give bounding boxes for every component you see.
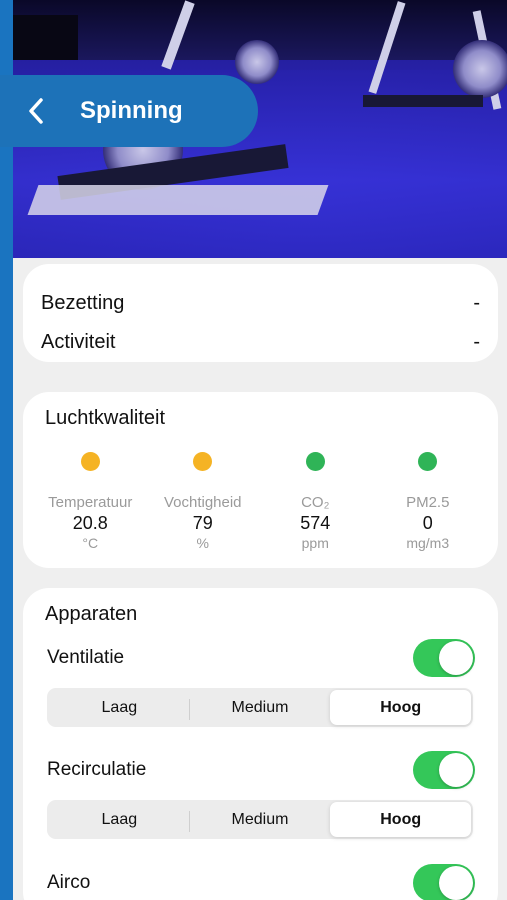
metric-humidity: Vochtigheid 79 % — [147, 452, 260, 553]
status-dot — [80, 452, 100, 471]
ventilation-option-low[interactable]: Laag — [49, 690, 190, 725]
airco-toggle[interactable] — [413, 864, 475, 900]
ventilation-option-medium[interactable]: Medium — [190, 690, 331, 725]
ventilation-option-high[interactable]: Hoog — [330, 690, 472, 725]
recirculation-option-low[interactable]: Laag — [49, 802, 190, 837]
device-row-recirculation: Recirculatie — [47, 751, 475, 789]
device-row-airco: Airco — [47, 864, 475, 900]
occupancy-row: Bezetting - — [41, 284, 480, 323]
devices-card: Apparaten Ventilatie Laag Medium Hoog Re… — [23, 588, 498, 900]
status-dot — [305, 452, 325, 471]
device-name: Ventilatie — [47, 647, 125, 668]
devices-title: Apparaten — [45, 603, 138, 625]
activity-value: - — [473, 331, 480, 353]
recirculation-toggle[interactable] — [413, 751, 475, 789]
status-dot — [418, 452, 438, 471]
device-name: Recirculatie — [47, 759, 147, 780]
ventilation-level-selector: Laag Medium Hoog — [47, 688, 473, 727]
status-dot — [193, 452, 213, 471]
page-title: Spinning — [80, 97, 183, 124]
occupancy-label: Bezetting — [41, 292, 125, 314]
header-pill: Spinning — [0, 75, 258, 147]
air-quality-title: Luchtkwaliteit — [45, 407, 166, 429]
device-row-ventilation: Ventilatie — [47, 639, 475, 677]
recirculation-level-selector: Laag Medium Hoog — [47, 800, 473, 839]
chevron-left-icon[interactable] — [16, 97, 56, 125]
air-quality-metrics: Temperatuur 20.8 °C Vochtigheid 79 % CO₂… — [34, 452, 484, 553]
metric-temperature: Temperatuur 20.8 °C — [34, 452, 147, 553]
air-quality-card: Luchtkwaliteit Temperatuur 20.8 °C Vocht… — [23, 392, 498, 568]
metric-co2: CO₂ 574 ppm — [259, 452, 372, 553]
recirculation-option-high[interactable]: Hoog — [330, 802, 472, 837]
occupancy-card: Bezetting - Activiteit - — [23, 264, 498, 362]
activity-label: Activiteit — [41, 331, 116, 353]
recirculation-option-medium[interactable]: Medium — [190, 802, 331, 837]
ventilation-toggle[interactable] — [413, 639, 475, 677]
activity-row: Activiteit - — [41, 323, 480, 362]
metric-pm25: PM2.5 0 mg/m3 — [372, 452, 485, 553]
occupancy-value: - — [473, 292, 480, 314]
device-name: Airco — [47, 872, 91, 893]
